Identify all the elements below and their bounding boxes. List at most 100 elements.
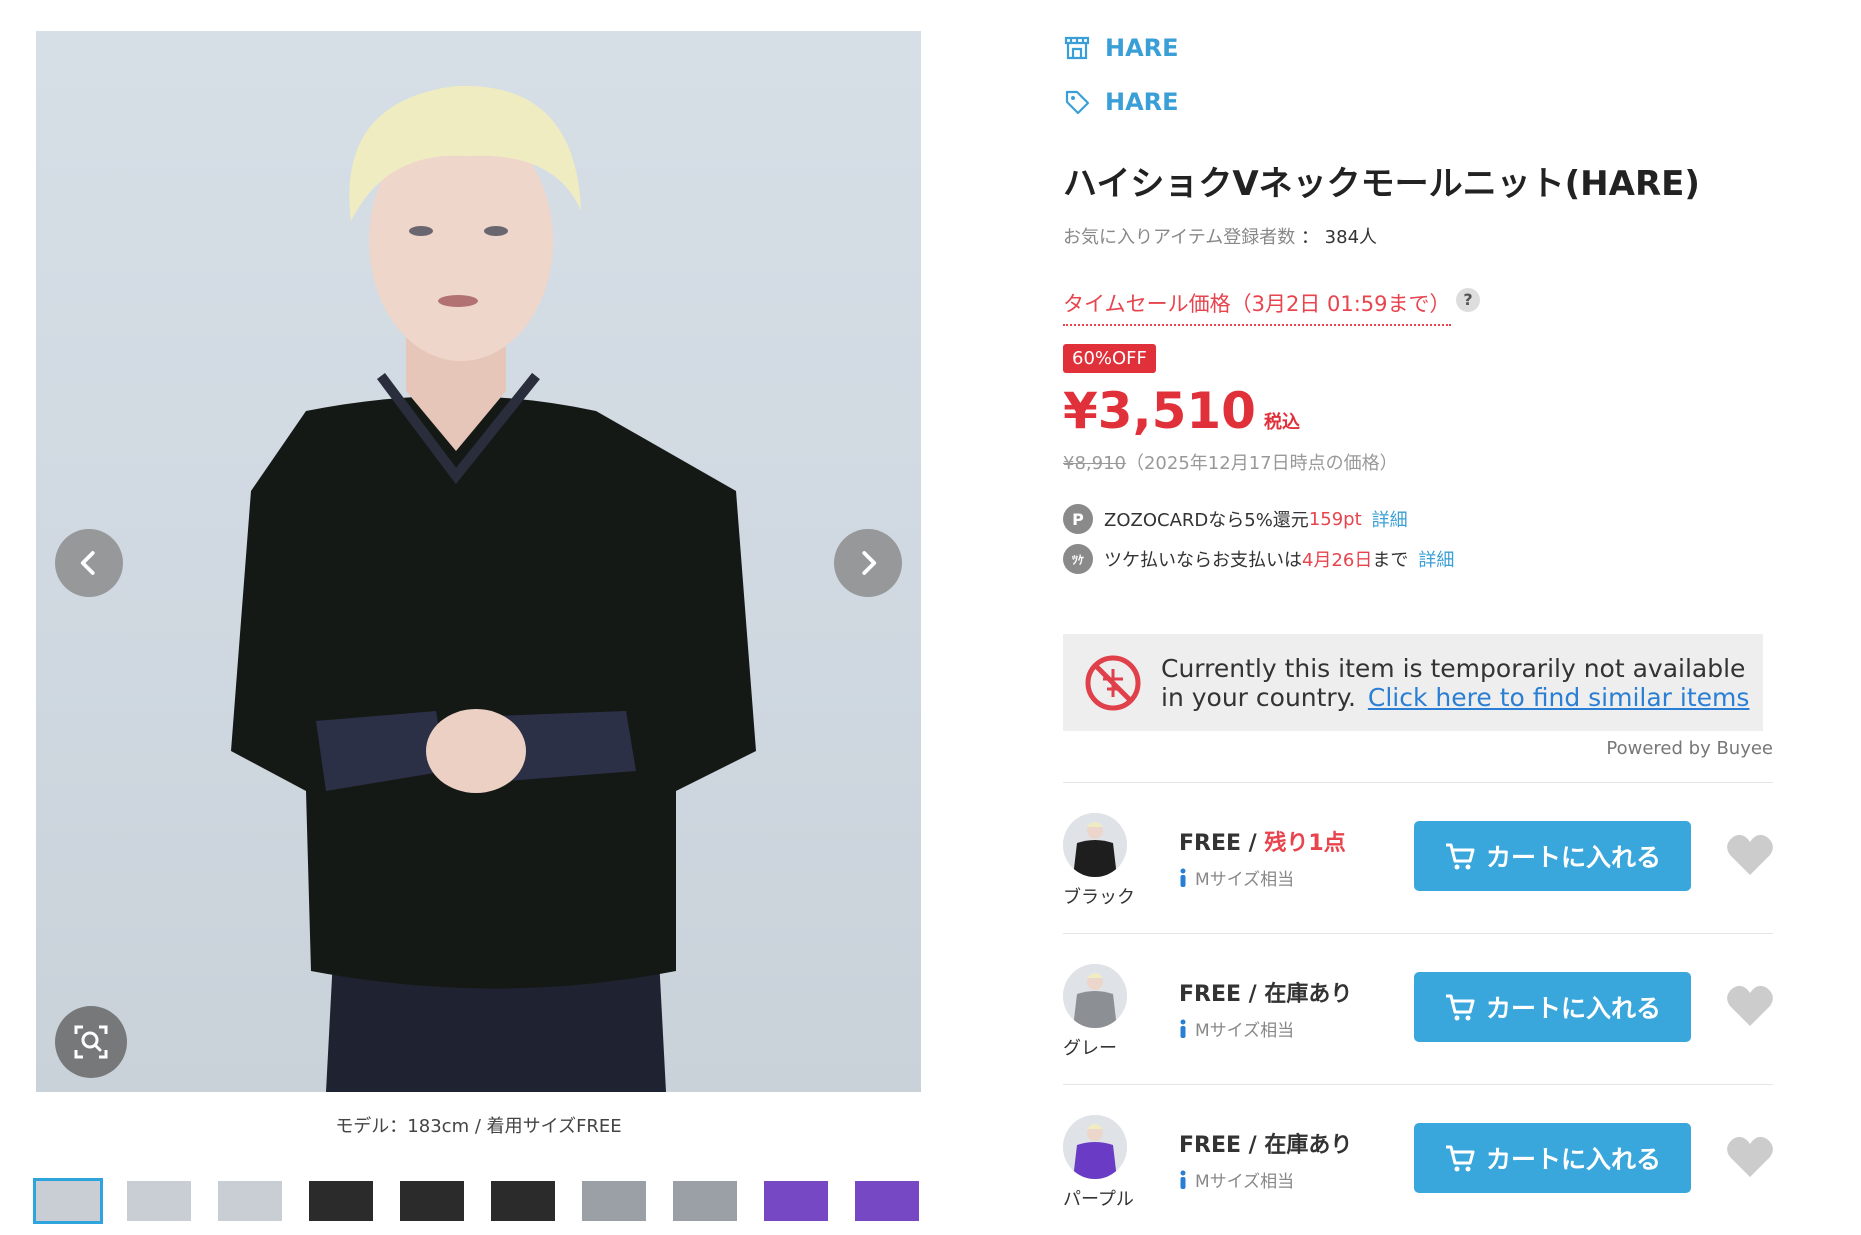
perk-detail-link[interactable]: 詳細 xyxy=(1372,506,1408,532)
price-value: ¥3,510 xyxy=(1063,382,1256,440)
thumbnail[interactable] xyxy=(855,1181,919,1221)
thumbnail[interactable] xyxy=(218,1181,282,1221)
size-fit: Mサイズ相当 xyxy=(1179,865,1294,890)
fit-text: Mサイズ相当 xyxy=(1195,1021,1295,1041)
product-photo xyxy=(231,85,756,1092)
point-icon: P xyxy=(1063,504,1093,534)
original-price-note: （2025年12月17日時点の価格） xyxy=(1125,453,1398,474)
tsuke-perk: ﾂｹ ツケ払いならお支払いは 4月26日 まで 詳細 xyxy=(1063,544,1454,574)
tax-label: 税込 xyxy=(1263,412,1300,433)
variant-photo xyxy=(1063,964,1127,1028)
zoom-button[interactable] xyxy=(55,1006,127,1078)
thumbnail[interactable] xyxy=(673,1181,737,1221)
size-label: FREE / xyxy=(1179,1133,1265,1158)
not-available-icon xyxy=(1085,655,1141,710)
product-title: ハイショクVネックモールニット(HARE) xyxy=(1063,164,1700,204)
variant-photo xyxy=(1063,813,1127,877)
shop-icon xyxy=(1064,36,1090,60)
chevron-left-icon xyxy=(80,551,95,575)
discount-badge: 60%OFF xyxy=(1063,344,1156,373)
variant-row: グレー FREE / 在庫あり Mサイズ相当 カートに入れる xyxy=(1063,964,1773,1084)
variant-color: ブラック xyxy=(1063,887,1135,908)
fit-text: Mサイズ相当 xyxy=(1195,1172,1295,1192)
size-fit: Mサイズ相当 xyxy=(1179,1167,1294,1192)
model-caption: モデル：183cm / 着用サイズFREE xyxy=(335,1116,622,1137)
variant-thumbnail[interactable] xyxy=(1063,1115,1127,1179)
brand-link[interactable]: HARE xyxy=(1063,88,1179,116)
next-image-button[interactable] xyxy=(834,529,902,597)
divider xyxy=(1063,933,1773,934)
thumbnail[interactable] xyxy=(309,1181,373,1221)
time-sale-label: タイムセール価格（3月2日 01:59まで） xyxy=(1063,288,1451,326)
buyee-line2: in your country. xyxy=(1161,682,1356,712)
variant-row: ブラック FREE / 残り1点 Mサイズ相当 カートに入れる xyxy=(1063,813,1773,933)
thumbnail[interactable] xyxy=(764,1181,828,1221)
favorite-heart-icon[interactable] xyxy=(1725,984,1775,1028)
variant-color: パープル xyxy=(1063,1189,1134,1210)
add-to-cart-button[interactable]: カートに入れる xyxy=(1414,1123,1691,1193)
divider xyxy=(1063,782,1773,783)
perk-detail-link[interactable]: 詳細 xyxy=(1418,546,1454,572)
thumbnail[interactable] xyxy=(33,1178,103,1224)
variant-color: グレー xyxy=(1063,1038,1117,1059)
thumbnail[interactable] xyxy=(582,1181,646,1221)
variant-size: FREE / 在庫あり xyxy=(1179,1127,1352,1159)
favorites-separator: ： xyxy=(1300,227,1319,248)
size-label: FREE / xyxy=(1179,831,1265,856)
variant-row: パープル FREE / 在庫あり Mサイズ相当 カートに入れる xyxy=(1063,1115,1773,1235)
main-product-image[interactable] xyxy=(36,31,921,1092)
add-to-cart-button[interactable]: カートに入れる xyxy=(1414,972,1691,1042)
favorites-number: 384人 xyxy=(1324,227,1378,248)
variant-photo xyxy=(1063,1115,1127,1179)
thumbnail[interactable] xyxy=(400,1181,464,1221)
tag-icon xyxy=(1065,90,1090,115)
powered-by-buyee: Powered by Buyee xyxy=(1606,738,1773,759)
perk-highlight: 159pt xyxy=(1308,508,1362,530)
divider xyxy=(1063,1084,1773,1085)
similar-items-link[interactable]: Click here to find similar items xyxy=(1368,683,1750,712)
perk-text: ツケ払いならお支払いは xyxy=(1104,550,1302,571)
shop-link[interactable]: HARE xyxy=(1063,34,1179,62)
person-icon xyxy=(1180,1170,1186,1189)
sale-price: ¥3,510 税込 xyxy=(1063,382,1300,440)
cart-icon xyxy=(1445,843,1475,870)
favorites-label: お気に入りアイテム登録者数 xyxy=(1063,227,1296,248)
original-price: ¥8,910（2025年12月17日時点の価格） xyxy=(1063,449,1398,475)
variant-thumbnail[interactable] xyxy=(1063,964,1127,1028)
size-label: FREE / xyxy=(1179,982,1265,1007)
stock-status: 在庫あり xyxy=(1264,982,1353,1007)
cart-icon xyxy=(1445,1145,1475,1172)
cart-label: カートに入れる xyxy=(1485,994,1661,1023)
stock-status: 在庫あり xyxy=(1264,1133,1353,1158)
chevron-right-icon xyxy=(862,551,877,575)
thumbnail[interactable] xyxy=(127,1181,191,1221)
perk-highlight: 4月26日 xyxy=(1302,550,1373,571)
tsuke-icon: ﾂｹ xyxy=(1063,544,1093,574)
stock-status: 残り1点 xyxy=(1264,831,1346,856)
person-icon xyxy=(1180,1019,1186,1038)
person-icon xyxy=(1180,868,1186,887)
original-price-value: ¥8,910 xyxy=(1063,453,1126,474)
help-icon[interactable]: ? xyxy=(1456,288,1480,312)
fit-text: Mサイズ相当 xyxy=(1195,870,1295,890)
buyee-line1: Currently this item is temporarily not a… xyxy=(1161,653,1746,683)
add-to-cart-button[interactable]: カートに入れる xyxy=(1414,821,1691,891)
cart-label: カートに入れる xyxy=(1485,843,1661,872)
prev-image-button[interactable] xyxy=(55,529,123,597)
variant-thumbnail[interactable] xyxy=(1063,813,1127,877)
perk-suffix: まで xyxy=(1372,550,1409,571)
shop-name: HARE xyxy=(1105,34,1179,62)
perk-text: ZOZOCARDなら5%還元 xyxy=(1104,510,1309,531)
cart-label: カートに入れる xyxy=(1485,1145,1661,1174)
buyee-notice: Currently this item is temporarily not a… xyxy=(1063,634,1763,731)
size-fit: Mサイズ相当 xyxy=(1179,1016,1294,1041)
zozocard-perk: P ZOZOCARDなら5%還元 159pt 詳細 xyxy=(1063,504,1408,534)
favorite-heart-icon[interactable] xyxy=(1725,833,1775,877)
brand-name: HARE xyxy=(1105,88,1179,116)
thumbnail[interactable] xyxy=(491,1181,555,1221)
favorites-count: お気に入りアイテム登録者数 ： 384人 xyxy=(1063,223,1377,249)
variant-size: FREE / 残り1点 xyxy=(1179,825,1346,857)
variant-size: FREE / 在庫あり xyxy=(1179,976,1352,1008)
zoom-search-icon xyxy=(74,1025,108,1059)
favorite-heart-icon[interactable] xyxy=(1725,1135,1775,1179)
